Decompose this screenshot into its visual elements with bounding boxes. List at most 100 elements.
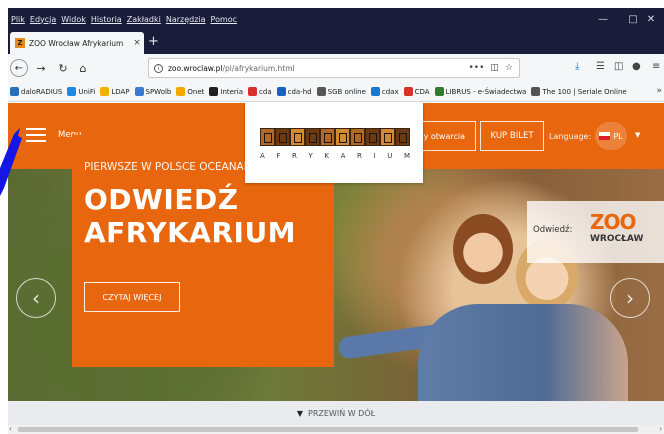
bookmark-label: SGB online bbox=[327, 87, 366, 96]
bookmark-item[interactable]: Interia bbox=[209, 87, 243, 96]
scroll-left-icon[interactable]: ‹ bbox=[9, 425, 12, 433]
menu-history[interactable]: Historia bbox=[91, 15, 122, 24]
promo-kicker: PIERWSZE W POLSCE OCEANARIUM bbox=[84, 161, 271, 173]
minimize-icon[interactable]: — bbox=[588, 8, 618, 30]
visit-zoo-badge[interactable]: Odwiedź: ZOO WROCŁAW bbox=[527, 201, 664, 263]
logo-pattern bbox=[260, 128, 410, 146]
pocket-icon[interactable]: ◫ bbox=[490, 63, 499, 73]
buy-ticket-button[interactable]: KUP BILET bbox=[480, 121, 544, 151]
scroll-down-bar[interactable]: ▼ PRZEWIŃ W DÓŁ bbox=[8, 401, 664, 425]
bookmark-favicon-icon bbox=[100, 87, 110, 96]
promo-headline: ODWIEDŹ AFRYKARIUM bbox=[84, 183, 296, 249]
library-icon[interactable]: ☰ bbox=[596, 61, 605, 72]
zoo-logo-top: ZOO bbox=[590, 210, 637, 234]
bookmark-item[interactable]: daloRADIUS bbox=[10, 87, 62, 96]
url-text: zoo.wroclaw.pl/pl/afrykarium.html bbox=[168, 64, 468, 73]
read-more-button[interactable]: CZYTAJ WIĘCEJ bbox=[84, 282, 180, 312]
menu-tools[interactable]: Narzędzia bbox=[166, 15, 206, 24]
bookmark-item[interactable]: SPWolb bbox=[134, 87, 171, 96]
bookmark-favicon-icon bbox=[67, 87, 77, 96]
back-button[interactable]: ← bbox=[10, 59, 28, 77]
photo-shirts bbox=[418, 304, 628, 401]
zoo-favicon-icon: Z bbox=[15, 38, 25, 48]
bookmark-item[interactable]: UniFi bbox=[67, 87, 95, 96]
close-window-icon[interactable]: ✕ bbox=[638, 8, 664, 30]
browser-window: Plik Edycja Widok Historia Zakładki Narz… bbox=[8, 8, 664, 434]
visit-label: Odwiedź: bbox=[533, 225, 573, 235]
bookmark-label: The 100 | Seriale Online bbox=[542, 87, 627, 96]
tab-strip: Z ZOO Wrocław Afrykarium × + bbox=[8, 30, 664, 54]
bookmark-label: cda bbox=[259, 87, 272, 96]
tab-title: ZOO Wrocław Afrykarium bbox=[29, 38, 124, 48]
logo-letter: U bbox=[387, 152, 393, 160]
slider-prev-button[interactable]: ‹ bbox=[16, 278, 56, 318]
bookmark-star-icon[interactable]: ☆ bbox=[505, 63, 513, 73]
bookmark-favicon-icon bbox=[370, 87, 380, 96]
bookmark-label: CDA bbox=[414, 87, 430, 96]
bookmark-item[interactable]: cda-hd bbox=[276, 87, 312, 96]
download-icon[interactable]: ⤓ bbox=[575, 61, 579, 72]
tab-zoo-afrykarium[interactable]: Z ZOO Wrocław Afrykarium × bbox=[10, 32, 144, 54]
web-page: Menu Godziny otwarcia KUP BILET Language… bbox=[8, 103, 664, 434]
scroll-right-icon[interactable]: › bbox=[659, 425, 662, 433]
photo-child-1 bbox=[453, 214, 513, 284]
chevron-down-icon[interactable]: ▼ bbox=[635, 131, 640, 139]
menu-edit[interactable]: Edycja bbox=[30, 15, 56, 24]
bookmark-label: Interia bbox=[220, 87, 244, 96]
logo-letter: F bbox=[276, 152, 281, 160]
bookmark-item[interactable]: SGB online bbox=[316, 87, 366, 96]
logo-letter: R bbox=[292, 152, 297, 160]
bookmark-item[interactable]: cdax bbox=[370, 87, 399, 96]
language-selector[interactable]: PL bbox=[595, 122, 627, 150]
navigation-bar: ← → ↻ ⌂ i zoo.wroclaw.pl/pl/afrykarium.h… bbox=[8, 54, 664, 82]
bookmark-label: cda-hd bbox=[287, 87, 312, 96]
bookmark-favicon-icon bbox=[403, 87, 413, 96]
bookmarks-bar: daloRADIUS UniFi LDAP SPWolb Onet Interia cda c… bbox=[8, 82, 664, 102]
reload-button[interactable]: ↻ bbox=[54, 59, 72, 77]
language-label: Language: bbox=[549, 132, 592, 141]
hamburger-menu-icon[interactable] bbox=[26, 128, 46, 142]
bookmark-favicon-icon bbox=[316, 87, 326, 96]
poland-flag-icon bbox=[599, 132, 611, 140]
bookmark-item[interactable]: LIBRUS - e-Świadectwa bbox=[434, 87, 526, 96]
logo-letter: K bbox=[324, 152, 330, 160]
bookmark-favicon-icon bbox=[531, 87, 541, 96]
menu-bookmarks[interactable]: Zakładki bbox=[127, 15, 161, 24]
bookmark-item[interactable]: Onet bbox=[176, 87, 204, 96]
menu-help[interactable]: Pomoc bbox=[211, 15, 238, 24]
site-info-icon[interactable]: i bbox=[154, 63, 163, 73]
url-domain: zoo.wroclaw.pl bbox=[168, 63, 223, 73]
headline-line-1: ODWIEDŹ bbox=[84, 183, 239, 216]
zoo-wroclaw-logo: ZOO WROCŁAW bbox=[590, 211, 656, 244]
bookmark-label: Onet bbox=[187, 87, 205, 96]
pointer-arrow-icon bbox=[0, 128, 22, 196]
menu-file[interactable]: Plik bbox=[11, 15, 25, 24]
page-actions-button[interactable]: ••• bbox=[468, 63, 484, 73]
bookmark-item[interactable]: CDA bbox=[403, 87, 430, 96]
scrollbar-thumb[interactable] bbox=[18, 427, 638, 432]
bookmark-item[interactable]: The 100 | Seriale Online bbox=[531, 87, 627, 96]
bookmarks-overflow-icon[interactable]: » bbox=[656, 86, 662, 96]
bookmark-favicon-icon bbox=[176, 87, 186, 96]
language-value: PL bbox=[613, 131, 623, 141]
afrykarium-logo[interactable]: AFRYKARIUM bbox=[245, 103, 423, 183]
address-bar[interactable]: i zoo.wroclaw.pl/pl/afrykarium.html ••• … bbox=[148, 58, 520, 78]
bookmark-favicon-icon bbox=[134, 87, 144, 96]
new-tab-button[interactable]: + bbox=[148, 34, 159, 49]
logo-letter: A bbox=[340, 152, 346, 160]
logo-letter: A bbox=[260, 152, 265, 160]
bookmark-label: LDAP bbox=[111, 87, 130, 96]
bookmark-label: UniFi bbox=[78, 87, 96, 96]
slider-next-button[interactable]: › bbox=[610, 278, 650, 318]
bookmark-favicon-icon bbox=[10, 87, 19, 96]
bookmark-item[interactable]: cda bbox=[248, 87, 272, 96]
close-tab-icon[interactable]: × bbox=[130, 38, 144, 48]
hamburger-menu-icon[interactable]: ≡ bbox=[652, 61, 660, 72]
sidebar-icon[interactable]: ◫ bbox=[614, 61, 623, 72]
horizontal-scrollbar[interactable]: ‹ › bbox=[8, 425, 664, 434]
menu-view[interactable]: Widok bbox=[61, 15, 86, 24]
extension-icon[interactable]: ● bbox=[632, 61, 641, 72]
forward-button[interactable]: → bbox=[32, 59, 50, 77]
bookmark-item[interactable]: LDAP bbox=[100, 87, 130, 96]
home-button[interactable]: ⌂ bbox=[74, 59, 92, 77]
